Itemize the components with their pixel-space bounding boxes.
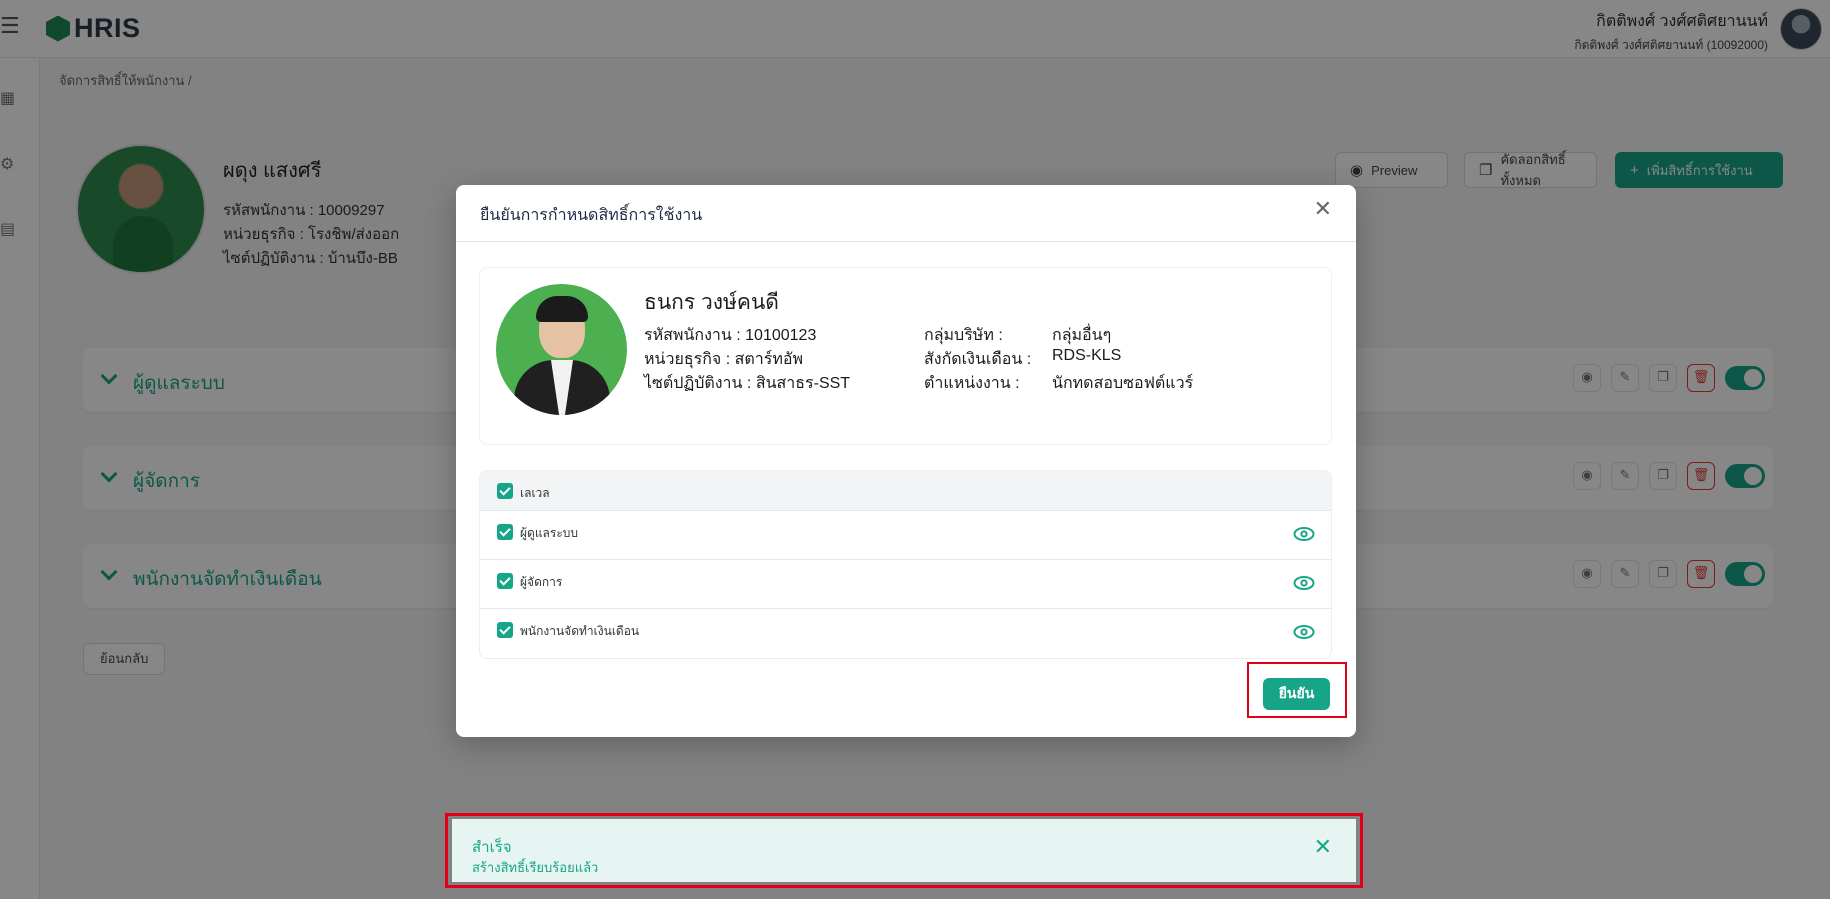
eye-icon[interactable] bbox=[1293, 525, 1315, 543]
employee-unit: หน่วยธุรกิจ : สตาร์ทอัพ bbox=[644, 351, 804, 368]
modal-title: ยืนยันการกำหนดสิทธิ์การใช้งาน bbox=[480, 207, 703, 224]
employee-avatar bbox=[496, 284, 627, 415]
level-checkbox[interactable] bbox=[497, 524, 513, 540]
level-table-header: เลเวล bbox=[480, 471, 1331, 511]
close-icon[interactable]: ✕ bbox=[1314, 199, 1332, 221]
payroll-value: RDS-KLS bbox=[1052, 347, 1122, 364]
level-header-label: เลเวล bbox=[520, 486, 550, 500]
level-row: พนักงานจัดทำเงินเดือน bbox=[480, 609, 1331, 658]
confirm-button[interactable]: ยืนยัน bbox=[1263, 678, 1330, 710]
position-value: นักทดสอบซอฟต์แวร์ bbox=[1052, 375, 1194, 392]
toast-title: สำเร็จ bbox=[472, 839, 512, 856]
level-row: ผู้ดูแลระบบ bbox=[480, 511, 1331, 560]
level-checkbox[interactable] bbox=[497, 573, 513, 589]
modal-header: ยืนยันการกำหนดสิทธิ์การใช้งาน ✕ bbox=[456, 185, 1356, 242]
close-icon[interactable]: ✕ bbox=[1314, 837, 1332, 859]
company-group-label: กลุ่มบริษัท : bbox=[924, 327, 1003, 344]
eye-icon[interactable] bbox=[1293, 574, 1315, 592]
confirm-highlight-box: ยืนยัน bbox=[1247, 662, 1347, 718]
level-label: ผู้จัดการ bbox=[520, 575, 563, 589]
level-table: เลเวล ผู้ดูแลระบบ ผู้จัดการ พนักงานจัดทำ… bbox=[479, 470, 1332, 659]
position-label: ตำแหน่งงาน : bbox=[924, 375, 1020, 392]
employee-name: ธนกร วงษ์คนดี bbox=[644, 291, 779, 314]
level-row: ผู้จัดการ bbox=[480, 560, 1331, 609]
success-toast: สำเร็จ สร้างสิทธิ์เรียบร้อยแล้ว ✕ bbox=[452, 819, 1356, 882]
employee-code: รหัสพนักงาน : 10100123 bbox=[644, 327, 817, 344]
company-group-value: กลุ่มอื่นๆ bbox=[1052, 327, 1112, 344]
employee-card: ธนกร วงษ์คนดี รหัสพนักงาน : 10100123 หน่… bbox=[479, 267, 1332, 445]
payroll-label: สังกัดเงินเดือน : bbox=[924, 351, 1032, 368]
confirm-permission-modal: ยืนยันการกำหนดสิทธิ์การใช้งาน ✕ ธนกร วงษ… bbox=[456, 185, 1356, 737]
toast-highlight-box: สำเร็จ สร้างสิทธิ์เรียบร้อยแล้ว ✕ bbox=[445, 813, 1363, 888]
toast-message: สร้างสิทธิ์เรียบร้อยแล้ว bbox=[472, 860, 599, 875]
level-checkbox[interactable] bbox=[497, 622, 513, 638]
employee-site: ไซต์ปฏิบัติงาน : สินสาธร-SST bbox=[644, 375, 851, 392]
level-label: ผู้ดูแลระบบ bbox=[520, 526, 579, 540]
eye-icon[interactable] bbox=[1293, 623, 1315, 641]
select-all-checkbox[interactable] bbox=[497, 483, 513, 499]
level-label: พนักงานจัดทำเงินเดือน bbox=[520, 624, 640, 638]
